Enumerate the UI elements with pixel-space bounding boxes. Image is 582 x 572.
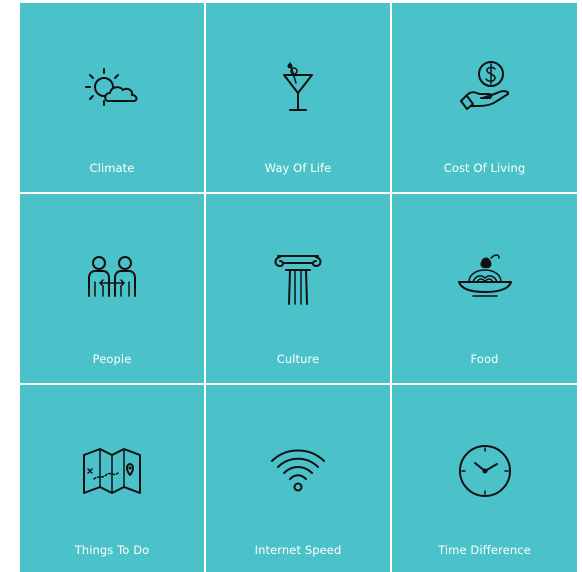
pasta-plate-icon (453, 248, 517, 312)
clock-icon (453, 439, 517, 503)
sun-cloud-icon (80, 57, 144, 121)
tile-label: People (92, 352, 132, 366)
tile-things-to-do[interactable]: Things To Do (20, 385, 204, 572)
tile-internet-speed[interactable]: Internet Speed (206, 385, 390, 572)
tile-label: Cost Of Living (443, 161, 526, 175)
tile-label: Food (470, 352, 499, 366)
tile-label: Internet Speed (254, 543, 342, 557)
tile-label: Culture (276, 352, 320, 366)
tile-cost-of-living[interactable]: Cost Of Living (392, 3, 577, 192)
tile-label: Things To Do (74, 543, 150, 557)
tile-label: Time Difference (438, 543, 531, 557)
tile-way-of-life[interactable]: Way Of Life (206, 3, 390, 192)
cocktail-glass-icon (266, 57, 330, 121)
tile-culture[interactable]: Culture (206, 194, 390, 383)
tile-climate[interactable]: Climate (20, 3, 204, 192)
tile-food[interactable]: Food (392, 194, 577, 383)
wifi-icon (266, 439, 330, 503)
tile-time-difference[interactable]: Time Difference (392, 385, 577, 572)
tile-people[interactable]: People (20, 194, 204, 383)
tile-label: Way Of Life (264, 161, 332, 175)
tile-label: Climate (89, 161, 135, 175)
category-grid: Climate Way Of Life Cost Of Living Peopl… (20, 3, 577, 572)
two-people-exchange-icon (80, 248, 144, 312)
hand-dollar-coin-icon (453, 57, 517, 121)
ionic-column-icon (266, 248, 330, 312)
map-icon (80, 439, 144, 503)
